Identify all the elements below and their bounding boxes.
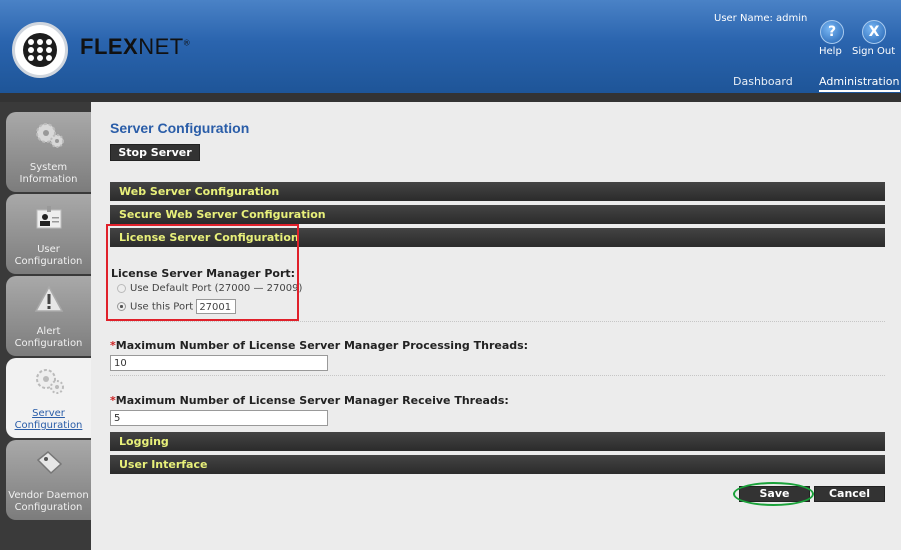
receive-threads-label-text: Maximum Number of License Server Manager… [115, 394, 509, 407]
warning-icon [34, 285, 64, 312]
sidebar-item-label: System Information [19, 162, 78, 185]
help-icon[interactable]: ? [820, 20, 844, 44]
sidebar: System Information User Configuration Al… [0, 102, 91, 550]
highlight-box [106, 224, 299, 321]
processing-threads-input[interactable]: 10 [110, 355, 328, 371]
sidebar-item-system-information[interactable]: System Information [6, 112, 91, 192]
user-card-icon [36, 206, 62, 229]
help-link[interactable]: Help [819, 46, 842, 57]
section-secure-web-server-configuration[interactable]: Secure Web Server Configuration [110, 205, 885, 224]
highlight-ellipse [733, 482, 814, 506]
sidebar-item-label: Vendor Daemon Configuration [8, 490, 89, 513]
app-header: FLEXNET® User Name: admin ? Help X Sign … [0, 0, 901, 93]
brand-wordmark: FLEXNET® [80, 34, 191, 59]
sidebar-item-label: Alert Configuration [14, 326, 83, 349]
gears-icon [36, 123, 64, 148]
gears-icon [36, 369, 64, 394]
nav-administration[interactable]: Administration [819, 75, 900, 92]
sidebar-item-user-configuration[interactable]: User Configuration [6, 194, 91, 274]
header-divider [0, 93, 901, 102]
processing-threads-label-text: Maximum Number of License Server Manager… [115, 339, 529, 352]
processing-threads-label: *Maximum Number of License Server Manage… [110, 339, 528, 352]
divider [110, 321, 885, 322]
section-user-interface[interactable]: User Interface [110, 455, 885, 474]
sidebar-item-alert-configuration[interactable]: Alert Configuration [6, 276, 91, 356]
page-title: Server Configuration [110, 120, 250, 136]
sign-out-icon[interactable]: X [862, 20, 886, 44]
flexnet-logo-icon [12, 22, 68, 78]
sidebar-item-label: Server Configuration [14, 408, 83, 431]
sidebar-item-vendor-daemon-configuration[interactable]: Vendor Daemon Configuration [6, 440, 91, 520]
sidebar-item-label: User Configuration [14, 244, 83, 267]
sign-out-link[interactable]: Sign Out [852, 46, 895, 57]
user-name-label: User Name: admin [714, 13, 808, 24]
divider [110, 375, 885, 376]
receive-threads-input[interactable]: 5 [110, 410, 328, 426]
section-web-server-configuration[interactable]: Web Server Configuration [110, 182, 885, 201]
receive-threads-label: *Maximum Number of License Server Manage… [110, 394, 509, 407]
nav-dashboard[interactable]: Dashboard [733, 75, 793, 88]
stop-server-button[interactable]: Stop Server [110, 144, 200, 161]
tag-icon [36, 451, 63, 475]
cancel-button[interactable]: Cancel [814, 486, 885, 502]
section-logging[interactable]: Logging [110, 432, 885, 451]
sidebar-item-server-configuration[interactable]: Server Configuration [6, 358, 91, 438]
